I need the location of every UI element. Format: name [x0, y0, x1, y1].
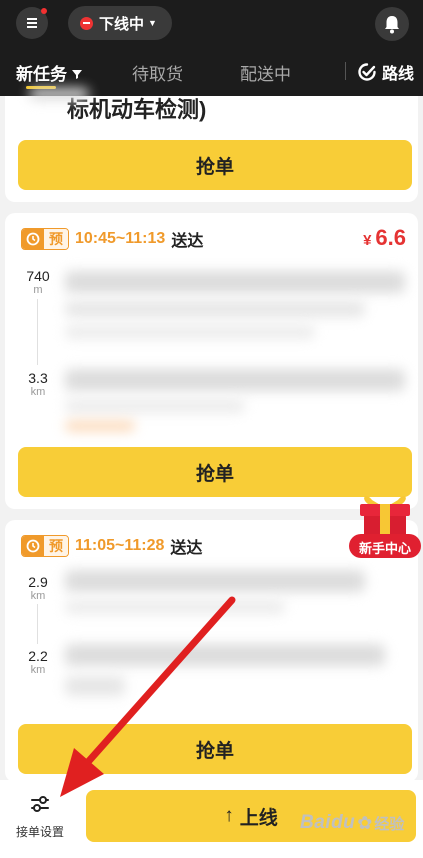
distance-value: 740	[26, 268, 50, 284]
blurred-tag	[65, 421, 135, 431]
distance-unit: km	[30, 664, 46, 676]
online-status-dropdown[interactable]: 下线中 ▼	[68, 6, 172, 40]
blurred-address	[65, 301, 365, 317]
time-range: 11:05~11:28	[75, 537, 165, 554]
menu-icon	[27, 18, 37, 20]
menu-icon-line	[27, 26, 37, 28]
notification-button[interactable]	[375, 7, 409, 41]
order-settings-label: 接单设置	[15, 825, 64, 839]
notification-dot	[41, 8, 47, 14]
arrow-up-icon: ↑	[224, 805, 234, 826]
order-price: ¥6.6	[363, 225, 406, 251]
newbie-center-button[interactable]: 新手中心	[348, 492, 422, 560]
route-label: 路线	[382, 66, 415, 83]
blurred-address	[65, 570, 365, 592]
blurred-address	[65, 271, 405, 293]
route-icon	[358, 63, 376, 81]
offline-icon	[80, 16, 93, 30]
pickup-distance: 2.9 km	[19, 574, 57, 603]
order-settings-button[interactable]: 接单设置	[10, 794, 70, 840]
route-button[interactable]: 路线	[357, 60, 414, 84]
delivery-time-row: 预 11:05~11:28 送达	[21, 534, 202, 558]
delivery-distance: 3.3 km	[19, 370, 57, 399]
time-suffix: 送达	[171, 233, 204, 250]
route-line	[37, 299, 38, 365]
go-online-label: 上线	[239, 807, 278, 829]
settings-sliders-icon	[31, 796, 49, 812]
distance-value: 2.9	[28, 574, 48, 590]
order-card: 标机动车检测) 抢单	[5, 88, 418, 202]
price-value: 6.6	[375, 225, 406, 250]
paw-icon: ✿	[357, 812, 373, 833]
reservation-badge: 预	[21, 228, 69, 250]
clock-icon	[22, 229, 44, 249]
grab-order-button[interactable]: 抢单	[18, 140, 412, 190]
grab-order-button[interactable]: 抢单	[18, 447, 412, 497]
blurred-content	[29, 88, 89, 100]
blurred-address	[65, 644, 385, 666]
delivery-distance: 2.2 km	[19, 648, 57, 677]
blurred-address	[65, 676, 125, 696]
blurred-address	[65, 399, 245, 413]
blurred-address	[65, 369, 405, 391]
delivery-time-row: 预 10:45~11:13 送达	[21, 227, 203, 251]
badge-label: 预	[44, 536, 68, 556]
time-suffix: 送达	[170, 540, 203, 557]
watermark-suffix: 经验	[374, 815, 405, 833]
clock-icon	[22, 536, 44, 556]
distance-unit: m	[33, 284, 43, 296]
bell-icon	[385, 16, 399, 34]
blurred-address	[65, 325, 315, 339]
distance-value: 3.3	[28, 370, 48, 386]
currency-symbol: ¥	[363, 232, 372, 249]
distance-unit: km	[30, 386, 46, 398]
menu-icon-line	[27, 22, 37, 24]
time-range: 10:45~11:13	[75, 230, 166, 247]
filter-icon	[72, 70, 82, 79]
newbie-center-label: 新手中心	[358, 541, 411, 556]
watermark-brand: Baidu	[300, 812, 356, 833]
blurred-address	[65, 600, 285, 614]
top-bar: 下线中 ▼ 新任务 待取货 配送中 路线	[0, 0, 423, 96]
distance-value: 2.2	[28, 648, 48, 664]
caret-down-icon: ▼	[148, 18, 157, 28]
tab-delivering[interactable]: 配送中	[240, 60, 291, 85]
tab-label: 新任务	[16, 65, 67, 84]
pickup-distance: 740 m	[19, 268, 57, 297]
tab-pending-pickup[interactable]: 待取货	[132, 60, 183, 85]
grab-order-button[interactable]: 抢单	[18, 724, 412, 774]
watermark: Baidu ✿ 经验	[300, 812, 404, 834]
tab-new-tasks[interactable]: 新任务	[16, 60, 83, 85]
reservation-badge: 预	[21, 535, 69, 557]
badge-label: 预	[44, 229, 68, 249]
divider	[345, 62, 346, 80]
menu-button[interactable]	[16, 7, 48, 39]
distance-unit: km	[30, 590, 46, 602]
route-line	[37, 604, 38, 644]
status-label: 下线中	[99, 15, 145, 33]
order-card: 预 10:45~11:13 送达 ¥6.6 740 m 3.3 km 抢单	[5, 213, 418, 509]
